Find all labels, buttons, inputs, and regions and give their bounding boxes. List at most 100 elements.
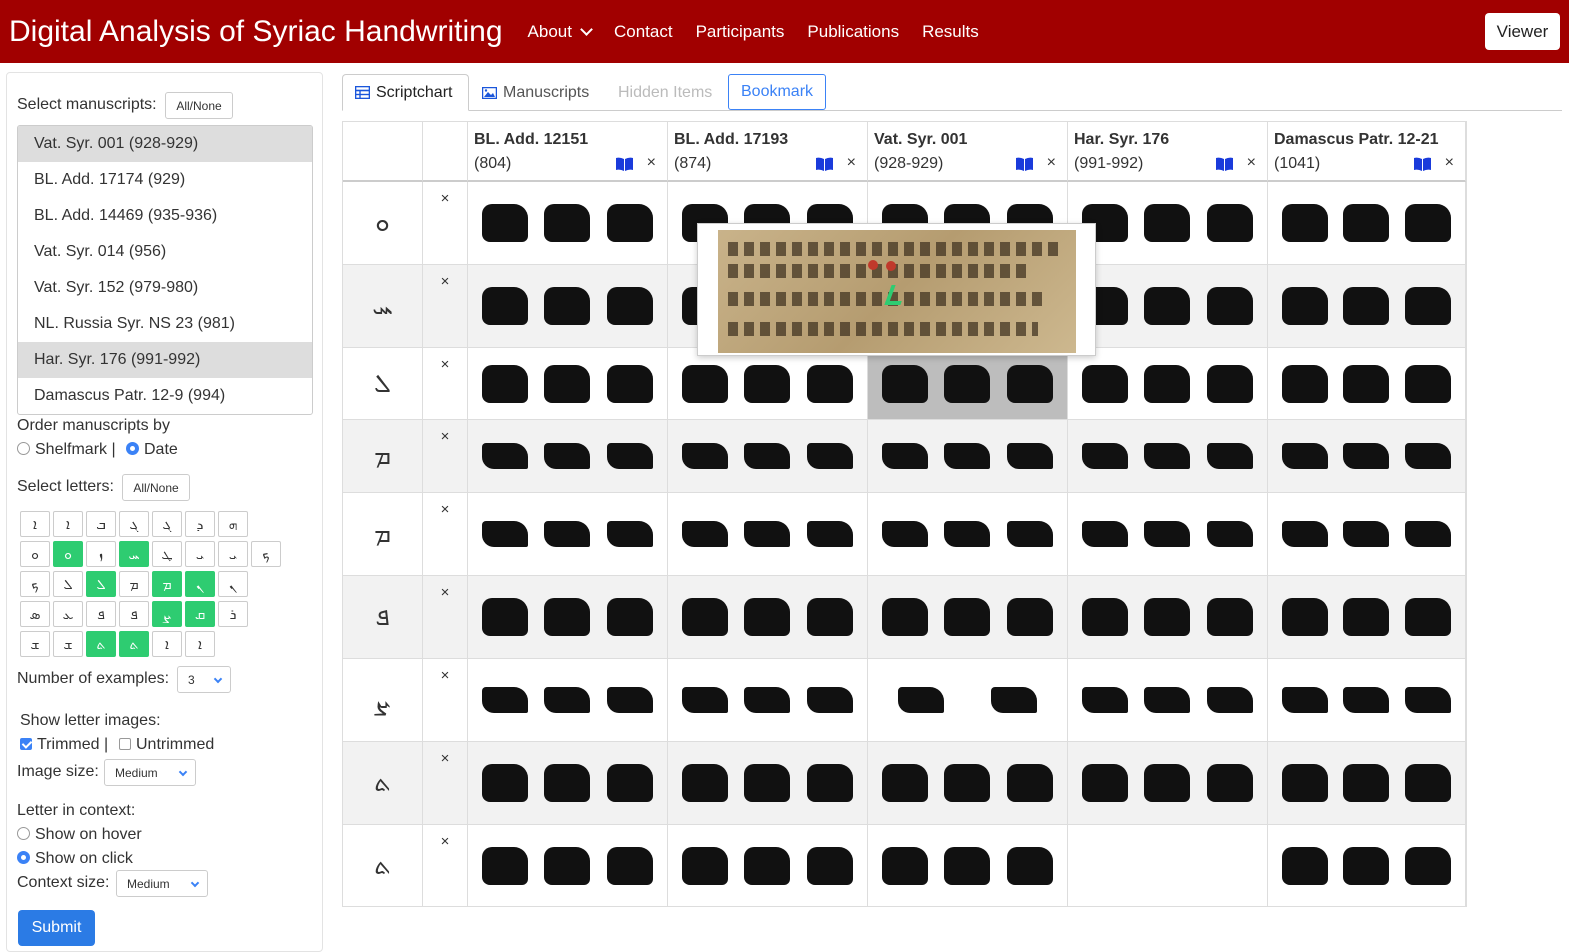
letter-image[interactable] xyxy=(1343,204,1390,242)
letter-toggle[interactable]: ܬ xyxy=(119,631,149,657)
letter-image[interactable] xyxy=(1144,443,1191,469)
book-icon[interactable] xyxy=(1414,157,1431,171)
letter-image[interactable] xyxy=(544,287,591,325)
letter-image[interactable] xyxy=(682,687,729,713)
letter-image[interactable] xyxy=(744,521,791,547)
letter-image[interactable] xyxy=(1006,846,1053,885)
manuscripts-all-none-button[interactable]: All/None xyxy=(165,92,233,119)
letter-toggle[interactable]: ܟ xyxy=(20,571,50,597)
letter-image[interactable] xyxy=(482,846,529,885)
remove-row-button[interactable]: × xyxy=(423,420,468,492)
letter-image[interactable] xyxy=(1405,687,1452,713)
letter-image[interactable] xyxy=(544,687,591,713)
letter-toggle[interactable]: ܨ xyxy=(152,601,182,627)
remove-column-button[interactable]: × xyxy=(1445,154,1454,172)
letter-image[interactable] xyxy=(1281,521,1328,547)
show-click-option[interactable]: Show on click xyxy=(17,850,133,868)
letter-toggle[interactable]: ܚ xyxy=(119,541,149,567)
letter-toggle[interactable]: ܢ xyxy=(218,571,248,597)
letter-image[interactable] xyxy=(944,521,991,547)
letter-image[interactable] xyxy=(482,204,529,242)
letter-image[interactable] xyxy=(1144,521,1191,547)
letter-image[interactable] xyxy=(682,764,729,802)
letter-image[interactable] xyxy=(1082,764,1129,802)
manuscript-option[interactable]: Vat. Syr. 001 (928-929) xyxy=(18,126,312,162)
letter-image[interactable] xyxy=(482,521,529,547)
letter-image[interactable] xyxy=(1206,687,1253,713)
letter-image[interactable] xyxy=(744,443,791,469)
letter-image[interactable] xyxy=(606,521,653,547)
letter-image[interactable] xyxy=(744,598,791,636)
nav-results[interactable]: Results xyxy=(922,22,979,42)
letter-image[interactable] xyxy=(544,764,591,802)
letter-toggle[interactable]: ܦ xyxy=(86,601,116,627)
context-size-select[interactable]: Medium xyxy=(116,870,208,897)
letter-image[interactable] xyxy=(1144,204,1191,242)
letter-toggle[interactable]: ܝ xyxy=(185,541,215,567)
letter-toggle[interactable]: ܕ xyxy=(185,511,215,537)
letter-image[interactable] xyxy=(897,687,944,713)
letter-toggle[interactable]: ܠ xyxy=(86,571,116,597)
letter-image[interactable] xyxy=(544,204,591,242)
letter-toggle[interactable]: ܓ xyxy=(119,511,149,537)
remove-column-button[interactable]: × xyxy=(847,154,856,172)
manuscript-list[interactable]: Vat. Syr. 001 (928-929) BL. Add. 17174 (9… xyxy=(17,125,313,415)
letter-toggle[interactable]: ܐ xyxy=(20,511,50,537)
letter-image[interactable] xyxy=(544,521,591,547)
letter-toggle[interactable]: ܗ xyxy=(218,511,248,537)
letter-image[interactable] xyxy=(1206,204,1253,242)
letter-image[interactable] xyxy=(1405,764,1452,802)
letter-toggle[interactable]: ܙ xyxy=(86,541,116,567)
letter-image[interactable] xyxy=(1006,764,1053,802)
letter-image[interactable] xyxy=(882,598,929,636)
letter-image[interactable] xyxy=(682,364,729,403)
letter-image[interactable] xyxy=(1006,364,1053,403)
letter-image[interactable] xyxy=(1082,364,1129,403)
remove-row-button[interactable]: × xyxy=(423,265,468,347)
remove-row-button[interactable]: × xyxy=(423,182,468,264)
letter-image[interactable] xyxy=(1281,204,1328,242)
letter-toggle[interactable]: ܐ xyxy=(53,511,83,537)
letter-image[interactable] xyxy=(1343,846,1390,885)
letter-image[interactable] xyxy=(482,443,529,469)
letter-image[interactable] xyxy=(606,443,653,469)
manuscript-option[interactable]: Har. Syr. 176 (991-992) xyxy=(18,342,312,378)
letter-image[interactable] xyxy=(482,364,529,403)
letter-toggle[interactable]: ܦ xyxy=(119,601,149,627)
letter-toggle[interactable]: ܩ xyxy=(185,601,215,627)
letter-image[interactable] xyxy=(682,521,729,547)
letter-toggle[interactable]: ܝ xyxy=(218,541,248,567)
tab-scriptchart[interactable]: Scriptchart xyxy=(342,74,469,111)
letter-image[interactable] xyxy=(806,764,853,802)
viewer-button[interactable]: Viewer xyxy=(1485,13,1560,50)
letter-image[interactable] xyxy=(1281,764,1328,802)
letter-image[interactable] xyxy=(1144,364,1191,403)
manuscript-option[interactable]: NL. Russia Syr. NS 23 (981) xyxy=(18,306,312,342)
letter-image[interactable] xyxy=(744,364,791,403)
letters-all-none-button[interactable]: All/None xyxy=(122,474,190,501)
letter-image[interactable] xyxy=(1144,598,1191,636)
letter-image[interactable] xyxy=(1206,521,1253,547)
letter-image[interactable] xyxy=(1206,287,1253,325)
letter-toggle[interactable]: ܥ xyxy=(53,601,83,627)
letter-toggle[interactable]: ܛ xyxy=(152,541,182,567)
nav-about[interactable]: About xyxy=(528,22,593,42)
letter-toggle[interactable]: ܣ xyxy=(20,601,50,627)
letter-image[interactable] xyxy=(1006,598,1053,636)
letter-image[interactable] xyxy=(1281,364,1328,403)
letter-toggle[interactable]: ܢ xyxy=(185,571,215,597)
letter-image[interactable] xyxy=(1343,443,1390,469)
letter-image[interactable] xyxy=(606,204,653,242)
letter-image[interactable] xyxy=(1281,846,1328,885)
book-icon[interactable] xyxy=(816,157,833,171)
letter-image[interactable] xyxy=(482,287,529,325)
letter-image[interactable] xyxy=(1082,521,1129,547)
letter-toggle[interactable]: ܫ xyxy=(53,631,83,657)
remove-column-button[interactable]: × xyxy=(1247,154,1256,172)
letter-image[interactable] xyxy=(1405,364,1452,403)
untrimmed-checkbox[interactable] xyxy=(119,738,131,750)
show-hover-option[interactable]: Show on hover xyxy=(17,826,142,844)
manuscript-option[interactable]: BL. Add. 14469 (935-936) xyxy=(18,198,312,234)
letter-toggle[interactable]: ܐ xyxy=(152,631,182,657)
letter-image[interactable] xyxy=(806,846,853,885)
